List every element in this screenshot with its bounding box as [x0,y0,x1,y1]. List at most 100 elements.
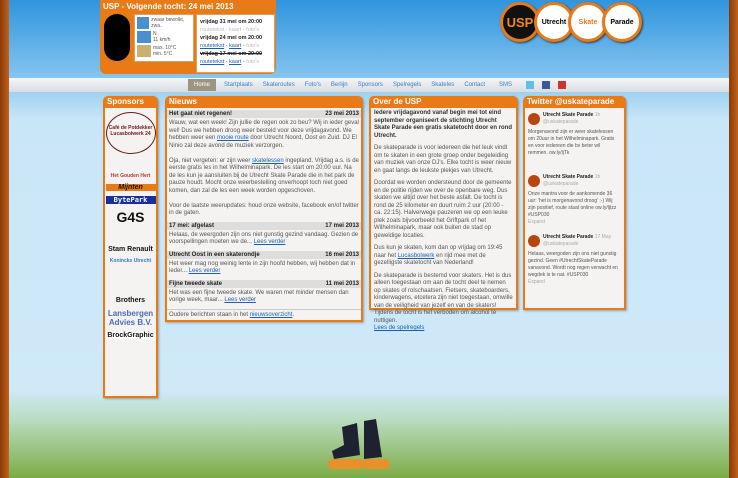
tweet-time: 1h [594,112,601,118]
sponsors-title: Sponsors [103,96,158,108]
about-text: De skateparade is voor iedereen die het … [374,145,512,174]
tweet-text: Morgenavond zijn er weer skatelessen om … [528,129,615,156]
logo-word: Parade [602,2,642,42]
sponsor-logo[interactable]: Café de Potdekker Lucasbolwerk 24 [105,112,156,154]
nav-startplaats[interactable]: Startplaats [224,82,253,88]
news-date: 17 mei 2013 [325,222,359,229]
route-link: routetekst [200,27,225,33]
tweet-author[interactable]: Utrecht Skate Parade [543,174,593,180]
news-text: Oja, niet vergeten: er zijn weer [169,157,253,164]
news-title-text: Het gaat niet regenen! [169,111,233,117]
news-date: 11 mei 2013 [325,280,359,287]
ride-date: vrijdag 17 mei om 20:00 [200,51,263,57]
about-panel: Over de USP Iedere vrijdagavond vanaf be… [369,96,518,331]
tweet-time: 17 May [594,234,612,240]
usp-logo[interactable]: USP Utrecht Skate Parade [500,2,642,42]
tweet-text: Onze mantra voor de aankomende 36 uur: '… [528,191,617,218]
route-link[interactable]: routetekst [200,43,224,49]
thermometer-icon [137,45,151,57]
nav-contact[interactable]: Contact [464,82,485,88]
news-text: Voor de laatste weerupdates: houd onze w… [169,202,359,217]
twitter-title: Twitter @uskateparade [523,96,626,108]
youtube-icon[interactable] [558,81,567,89]
tweet-time: 1h [594,174,601,180]
sponsor-logo[interactable]: Mijnten [105,184,156,191]
twitter-icon[interactable] [526,81,535,89]
read-more-link[interactable]: Lees verder [224,297,256,303]
map-link: kaart [229,27,242,33]
tweet-text: Helaas, weergoden zijn ons niet gunstig … [528,251,618,278]
map-link[interactable]: kaart [229,59,241,65]
about-text: De skateparade is bestemd voor skaters. … [374,272,513,324]
nav-home[interactable]: Home [188,79,217,91]
rules-link[interactable]: Lees de spelregels [374,325,424,331]
sponsor-logo[interactable]: Brothers [106,285,156,304]
news-date: 23 mei 2013 [325,111,359,117]
news-title: Nieuws [165,96,363,108]
next-ride-title: USP - Volgende tocht: 24 mei 2013 [103,2,234,11]
news-item-header[interactable]: Utrecht Oost in een skaterondje 16 mei 20… [167,250,361,259]
about-intro: Iedere vrijdagavond vanaf begin mei tot … [374,110,513,139]
next-ride-header: USP - Volgende tocht: 24 mei 2013 zwaar … [100,0,276,74]
read-more-link[interactable]: Lees verder [254,239,286,245]
tweet: Utrecht Skate Parade 1h @uskateparade Mor… [525,108,624,170]
news-title-text: 17 mei: afgelast [169,222,215,229]
about-text: Doordat we worden ondersteund door de ge… [374,180,512,239]
sponsor-logo[interactable]: Konincks Utrecht [106,258,156,280]
news-overview-link[interactable]: nieuwsoverzicht [250,312,293,318]
sponsor-logo[interactable]: BrockGraphic [105,332,156,339]
tweet-author[interactable]: Utrecht Skate Parade [543,112,593,118]
facebook-icon[interactable] [542,81,551,89]
nav-berlijn[interactable]: Berlijn [331,82,348,88]
tweet-handle: @uskateparade [543,241,579,247]
lucasbolwerk-link[interactable]: Lucasbolwerk [398,253,435,259]
sponsor-logo[interactable]: Het Gouden Hert [106,159,156,179]
news-title-text: Utrecht Oost in een skaterondje [169,251,260,258]
tweet-handle: @uskateparade [543,181,579,187]
older-text: Oudere berichten staan in het [169,311,250,318]
news-item-header[interactable]: 17 mei: afgelast 17 mei 2013 [167,221,361,230]
nav-skateroutes[interactable]: Skateroutes [263,82,295,88]
news-item-header[interactable]: Fijne tweede skate 11 mei 2013 [167,279,361,288]
news-item-header[interactable]: Het gaat niet regenen! 23 mei 2013 [167,110,361,118]
mascot-image [104,14,130,61]
news-panel: Nieuws Het gaat niet regenen! 23 mei 2013… [165,96,363,322]
inline-skates-image [328,419,390,469]
min-temp: 5°C [163,51,173,57]
read-more-link[interactable]: Lees verder [189,268,221,274]
nav-sponsors[interactable]: Sponsors [358,82,383,88]
tweet: Utrecht Skate Parade 1h @uskateparade Onz… [525,170,624,230]
tweet-handle: @uskateparade [543,119,579,125]
avatar[interactable] [528,175,540,187]
route-link[interactable]: mooie route [217,135,249,141]
news-date: 16 mei 2013 [325,251,359,258]
news-title-text: Fijne tweede skate [169,280,223,287]
sponsors-panel: Sponsors Café de Potdekker Lucasbolwerk … [103,96,158,398]
weather-desc: zwaar bewolkt, zwa.. [151,17,185,29]
sponsor-logo[interactable]: Lansbergen Advies B.V. [106,309,156,327]
route-link[interactable]: routetekst [200,59,224,65]
sponsor-logo[interactable]: G4S [106,209,156,231]
left-border [0,0,9,478]
min-label: min. [153,51,163,57]
avatar[interactable] [528,113,540,125]
photos-link: foto's [246,27,260,33]
expand-link[interactable]: Expand [528,219,621,226]
sponsor-logo[interactable]: BytePark [105,196,156,204]
nav-spelregels[interactable]: Spelregels [393,82,421,88]
skatelessen-link[interactable]: skatelessen [252,158,284,164]
nav-skateles[interactable]: Skateles [431,82,454,88]
nav-sms[interactable]: SMS [499,82,512,88]
ride-dates: vrijdag 31 mei om 20:00 routetekst - kaa… [196,14,275,73]
older-text: . [292,311,295,318]
sponsor-logo[interactable]: Stam Renault [106,236,156,253]
about-title: Over de USP [369,96,518,108]
map-link[interactable]: kaart [229,43,241,49]
cloudy-weather-icon [137,17,150,29]
tweet-author[interactable]: Utrecht Skate Parade [543,234,593,240]
avatar[interactable] [528,235,540,247]
nav-fotos[interactable]: Foto's [305,82,321,88]
wind-icon [137,31,151,43]
expand-link[interactable]: Expand [528,279,621,286]
news-text: Het was een fijne tweede skate. We waren… [169,289,349,304]
